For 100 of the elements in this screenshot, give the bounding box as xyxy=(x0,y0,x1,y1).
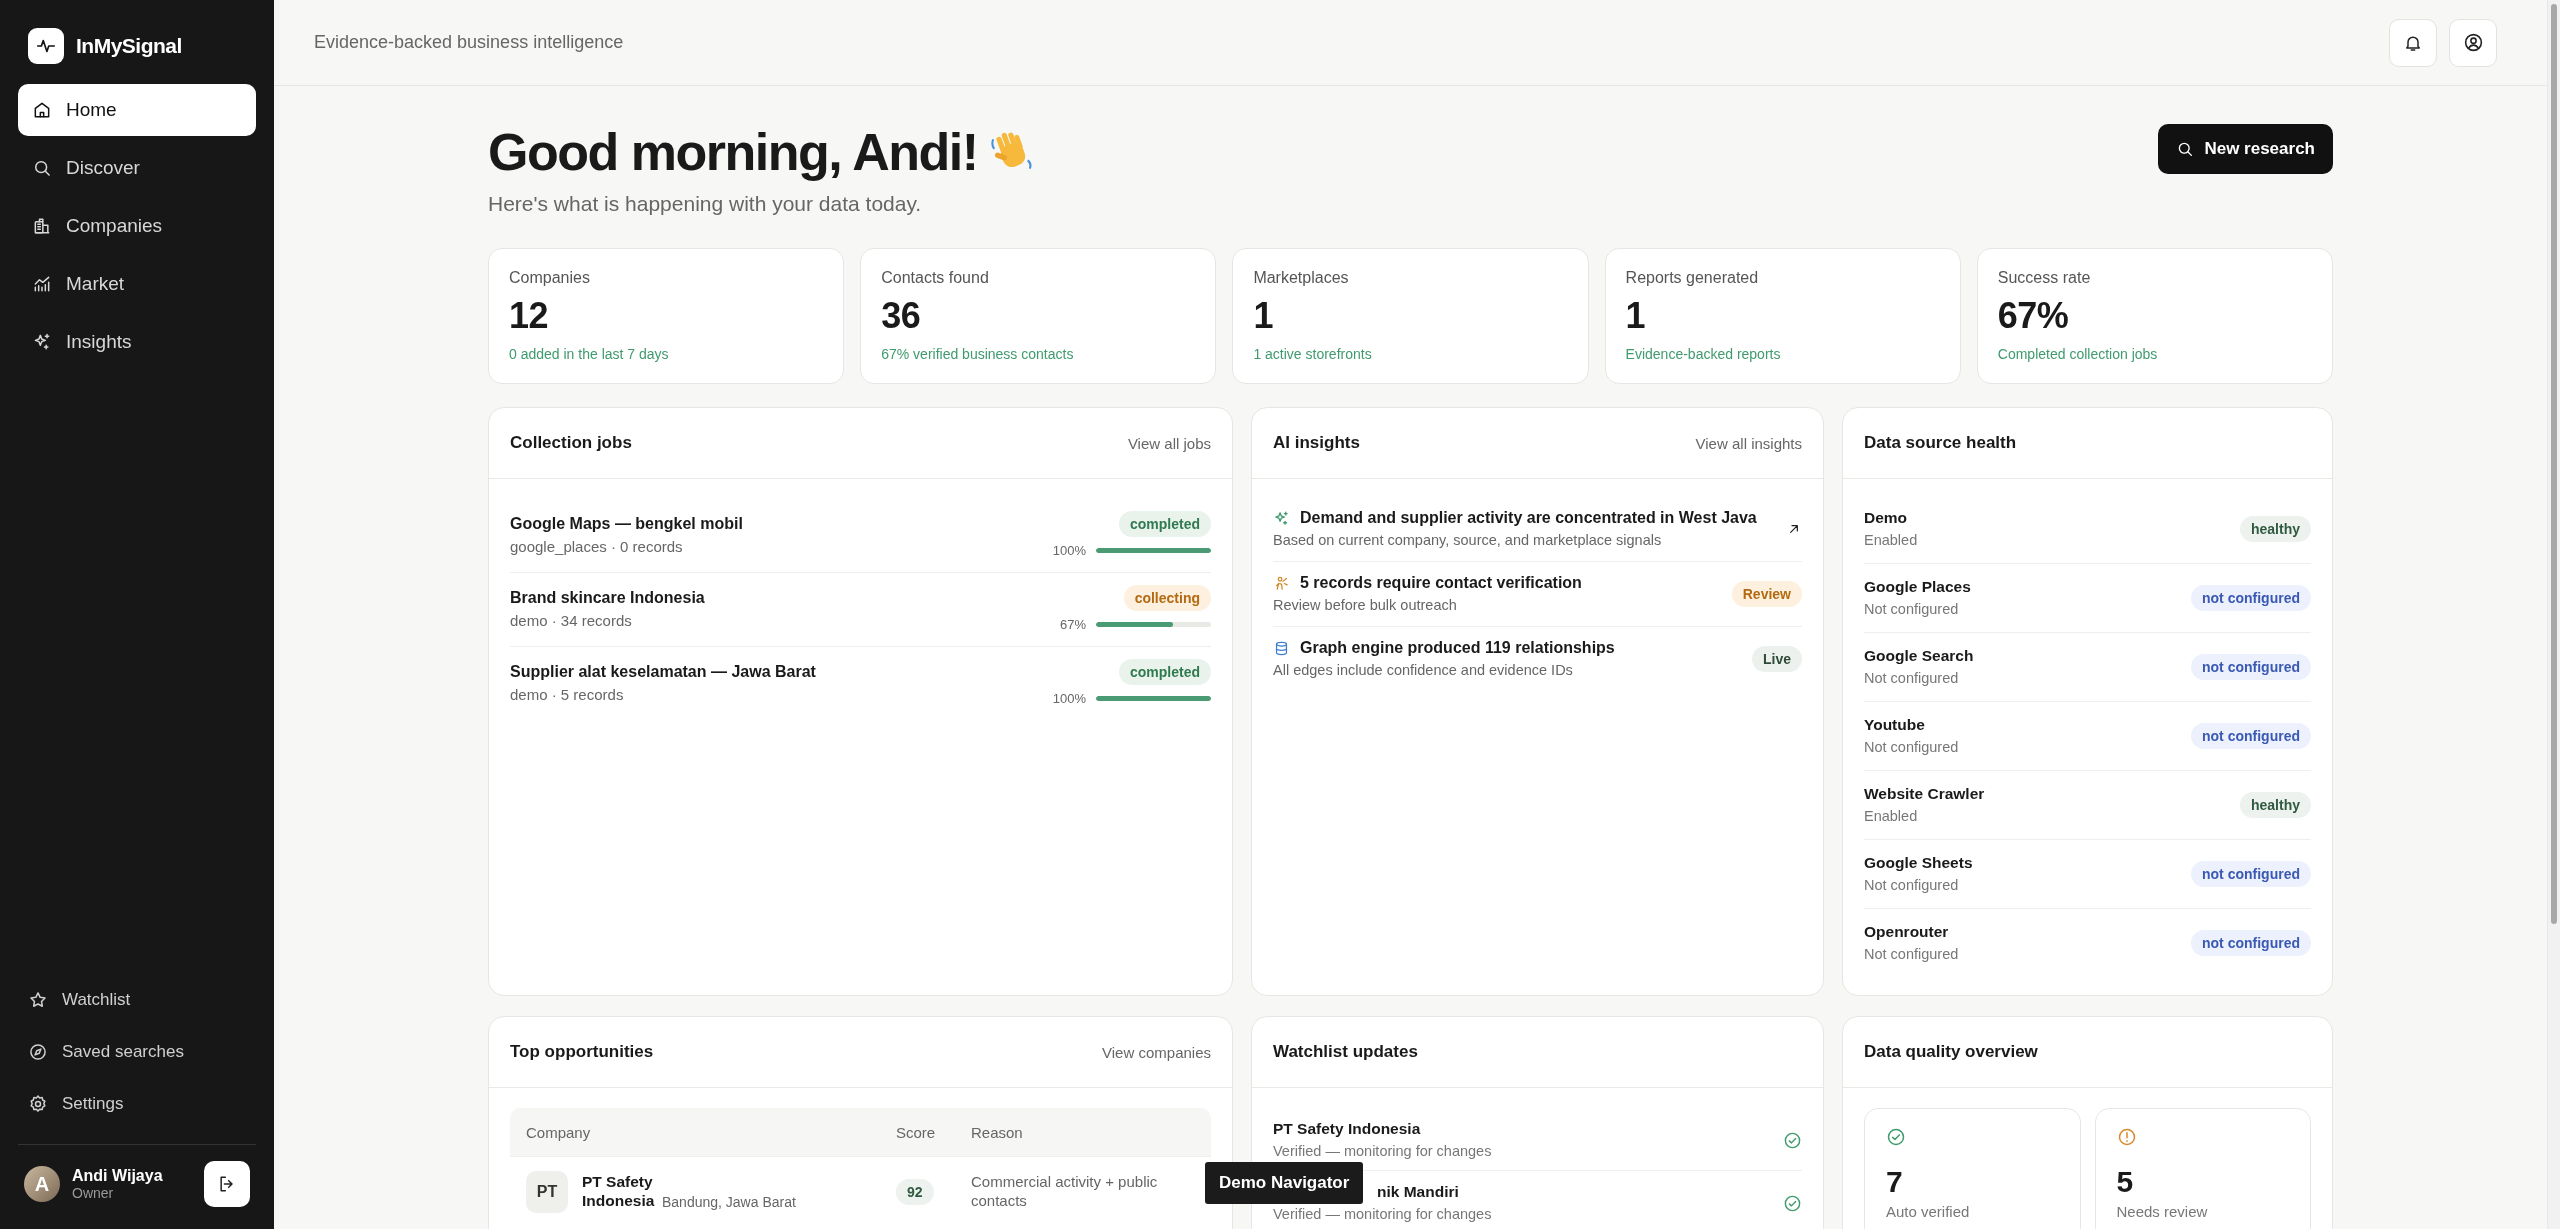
demo-navigator-button[interactable]: Demo Navigator xyxy=(1205,1162,1364,1204)
source-name: Demo xyxy=(1864,509,1909,527)
nav-item[interactable]: Discover xyxy=(18,142,256,194)
view-all-link[interactable]: View all insights xyxy=(1695,434,1802,452)
account-button[interactable] xyxy=(2449,18,2497,67)
nav-item[interactable]: Insights xyxy=(18,316,256,368)
company-name: PT Safety Indonesia xyxy=(582,1173,656,1211)
sidebar-link[interactable]: Saved searches xyxy=(18,1030,256,1074)
company-location: Bandung, Jawa Barat xyxy=(662,1193,796,1211)
insight-text: All edges include confidence and evidence IDs xyxy=(1273,662,1574,678)
avatar: A xyxy=(24,1166,60,1202)
search-icon xyxy=(32,158,52,178)
job-meta: demo · 34 records xyxy=(510,612,632,629)
settings-icon xyxy=(28,1094,48,1114)
sparkle-icon xyxy=(32,332,52,352)
person-icon xyxy=(1273,574,1290,592)
search-icon xyxy=(2176,140,2195,158)
insight-text: Based on current company, source, and marketplace signals xyxy=(1273,532,1663,548)
quality-label: Needs review xyxy=(2116,1203,2209,1220)
building-icon xyxy=(32,216,52,236)
stat-label: Contacts found xyxy=(881,269,990,287)
item-name: PT Safety Indonesia xyxy=(1273,1120,1422,1138)
status-badge: not configured xyxy=(2191,654,2311,680)
item-name: nik Mandiri xyxy=(1377,1183,1460,1201)
quality-label: Auto verified xyxy=(1886,1203,1971,1220)
view-all-link[interactable]: View companies xyxy=(1102,1043,1211,1061)
column-header: Score xyxy=(896,1123,937,1141)
check-circle-icon xyxy=(1886,1127,1906,1147)
notifications-button[interactable] xyxy=(2389,18,2437,67)
source-state: Not configured xyxy=(1864,670,1959,686)
sidebar-link[interactable]: Settings xyxy=(18,1082,256,1126)
stat-label: Success rate xyxy=(1997,269,2092,287)
company-avatar: PT xyxy=(526,1171,568,1213)
source-state: Not configured xyxy=(1864,946,1959,962)
panel-title: AI insights xyxy=(1273,433,1360,453)
status-badge: not configured xyxy=(2191,585,2311,611)
stat-value: 67% xyxy=(1997,295,2070,337)
sidebar-link[interactable]: Watchlist xyxy=(18,978,256,1022)
source-name: Youtube xyxy=(1864,716,1926,734)
sparkle-icon xyxy=(1273,509,1290,527)
source-state: Enabled xyxy=(1864,808,1918,824)
progress-percent: 67% xyxy=(1059,617,1086,632)
job-meta: google_places · 0 records xyxy=(510,538,683,555)
insight-text: Review before bulk outreach xyxy=(1273,597,1458,613)
nav-item[interactable]: Market xyxy=(18,258,256,310)
source-name: Google Search xyxy=(1864,647,1974,665)
insight-title: Graph engine produced 119 relationships xyxy=(1300,639,1615,657)
greeting-title: Good morning, Andi! xyxy=(488,122,978,182)
stat-value: 12 xyxy=(509,295,550,337)
star-icon xyxy=(28,990,48,1010)
nav-item[interactable]: Home xyxy=(18,84,256,136)
stat-value: 36 xyxy=(881,295,922,337)
job-meta: demo · 5 records xyxy=(510,686,624,703)
column-header: Reason xyxy=(971,1123,1024,1141)
brand-name: InMySignal xyxy=(76,34,182,58)
source-state: Not configured xyxy=(1864,877,1959,893)
view-all-link[interactable]: View all jobs xyxy=(1127,434,1211,452)
insight-title: Demand and supplier activity are concentrated in West Java xyxy=(1300,509,1757,527)
source-state: Not configured xyxy=(1864,601,1959,617)
stat-label: Reports generated xyxy=(1625,269,1760,287)
status-badge: healthy xyxy=(2240,792,2311,818)
column-header: Company xyxy=(526,1123,592,1141)
alert-icon xyxy=(2116,1127,2137,1147)
scrollbar-thumb[interactable] xyxy=(2551,4,2557,924)
status-badge: completed xyxy=(1119,511,1211,537)
job-name: Brand skincare Indonesia xyxy=(510,589,705,607)
user-icon xyxy=(2462,32,2484,53)
stat-note: Completed collection jobs xyxy=(1997,346,2159,362)
item-note: Verified — monitoring for changes xyxy=(1273,1206,1492,1222)
logout-button[interactable] xyxy=(204,1161,250,1207)
item-note: Verified — monitoring for changes xyxy=(1273,1143,1492,1159)
nav-item[interactable]: Companies xyxy=(18,200,256,252)
progress-percent: 100% xyxy=(1052,543,1086,558)
stat-value: 1 xyxy=(1253,295,1274,337)
stat-label: Companies xyxy=(509,269,591,287)
job-name: Supplier alat keselamatan — Jawa Barat xyxy=(510,663,816,681)
panel-title: Collection jobs xyxy=(510,433,632,453)
source-name: Openrouter xyxy=(1864,923,1950,941)
tagline: Evidence-backed business intelligence xyxy=(314,32,624,53)
source-state: Enabled xyxy=(1864,532,1918,548)
source-state: Not configured xyxy=(1864,739,1959,755)
quality-value: 7 xyxy=(1886,1165,1904,1199)
score-badge: 92 xyxy=(896,1179,934,1205)
status-badge: collecting xyxy=(1123,585,1211,611)
new-research-button[interactable]: New research xyxy=(2158,124,2333,174)
quality-value: 5 xyxy=(2116,1165,2135,1199)
source-name: Google Places xyxy=(1864,578,1971,596)
compass-icon xyxy=(28,1042,48,1062)
stat-note: Evidence-backed reports xyxy=(1625,346,1782,362)
job-name: Google Maps — bengkel mobil xyxy=(510,515,743,533)
database-icon xyxy=(1273,639,1290,657)
status-badge: not configured xyxy=(2191,723,2311,749)
status-badge: healthy xyxy=(2240,516,2311,542)
user-role: Owner xyxy=(72,1185,115,1201)
status-badge: Review xyxy=(1731,580,1802,607)
chart-icon xyxy=(32,274,52,294)
stat-note: 67% verified business contacts xyxy=(881,346,1075,362)
status-badge: completed xyxy=(1119,659,1211,685)
source-name: Google Sheets xyxy=(1864,854,1973,872)
panel-title: Watchlist updates xyxy=(1273,1042,1418,1062)
